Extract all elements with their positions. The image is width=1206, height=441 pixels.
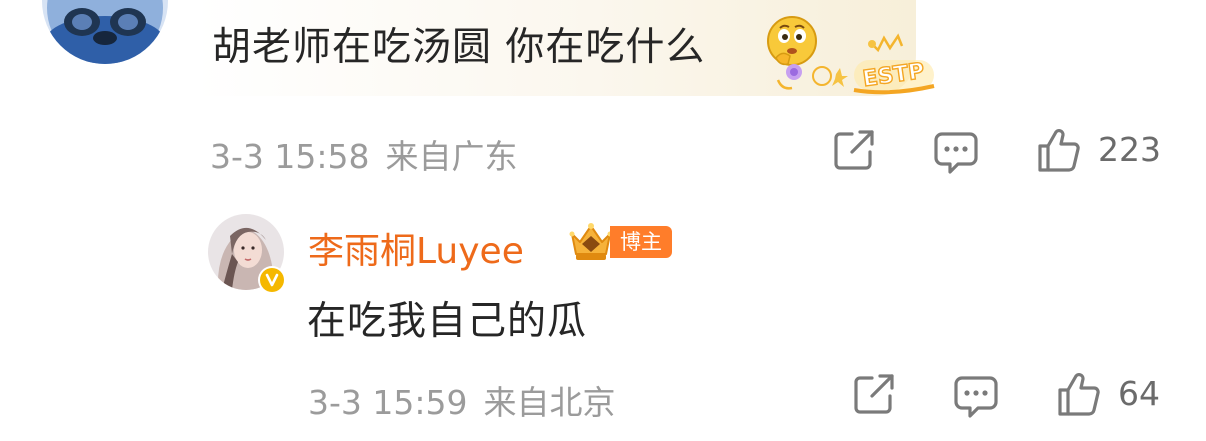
comment-meta: 3-3 15:58 来自广东 [210, 130, 518, 178]
crown-icon [568, 220, 614, 262]
comment-date: 3-3 15:58 [210, 137, 370, 176]
comment-location: 来自广东 [385, 137, 518, 176]
reply-author-name[interactable]: 李雨桐Luyee [308, 222, 524, 274]
reply-date: 3-3 15:59 [308, 383, 468, 422]
like-icon[interactable] [1054, 370, 1102, 418]
like-count: 64 [1118, 374, 1160, 413]
commenter-avatar[interactable] [42, 0, 168, 64]
comment-decoration-sticker: ESTP [770, 32, 940, 98]
share-icon[interactable] [830, 126, 878, 174]
blogger-badge: 博主 [610, 226, 672, 258]
comment-icon[interactable] [952, 372, 1000, 420]
reply-location: 来自北京 [483, 383, 616, 422]
comment-text: 胡老师在吃汤圆 你在吃什么 [212, 25, 706, 70]
comment-icon[interactable] [932, 128, 980, 176]
reply-meta: 3-3 15:59 来自北京 [308, 376, 616, 424]
reply-text: 在吃我自己的瓜 [307, 299, 588, 344]
verified-badge-icon [258, 266, 286, 294]
like-icon[interactable] [1034, 126, 1082, 174]
like-count: 223 [1098, 130, 1161, 169]
share-icon[interactable] [850, 370, 898, 418]
